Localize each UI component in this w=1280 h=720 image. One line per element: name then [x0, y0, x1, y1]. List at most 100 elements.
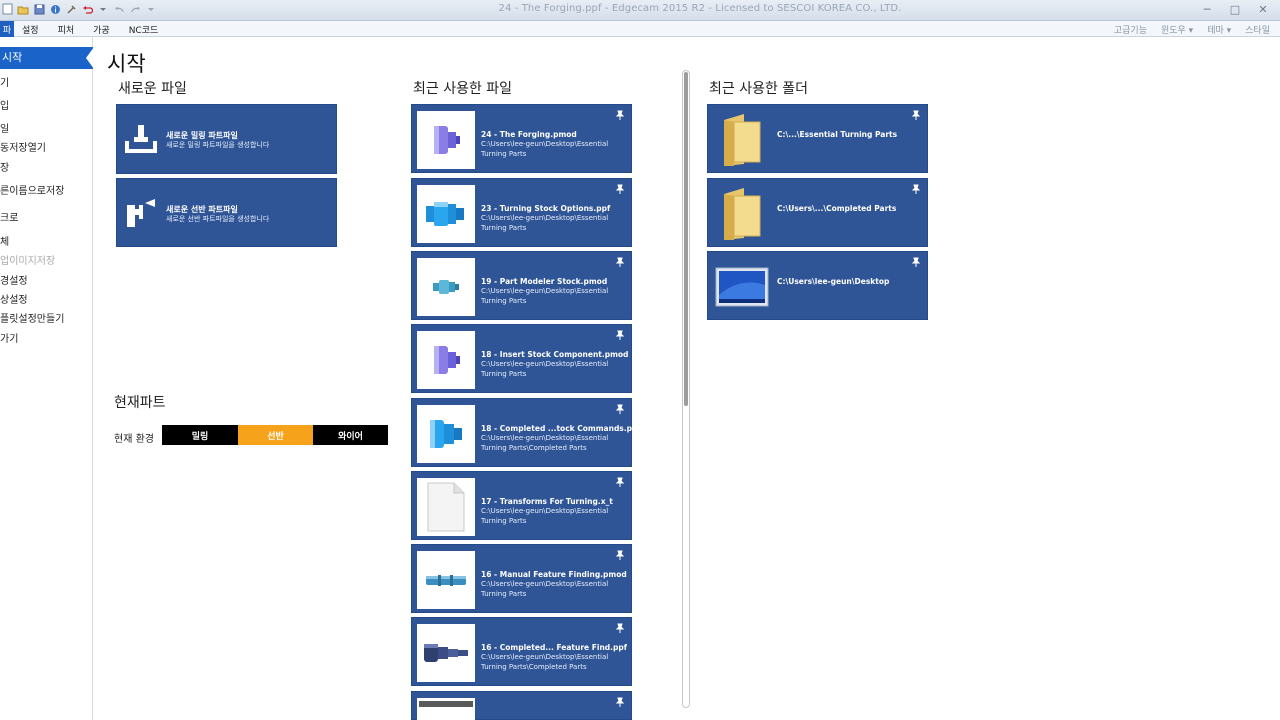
blank-document-icon [417, 478, 475, 536]
recent-file-path: C:\Users\lee-geun\Desktop\Essential Turn… [481, 214, 609, 232]
nav-item-save[interactable]: 장 [0, 159, 9, 174]
menu-items: 설정 피처 가공 NC코드 [22, 23, 177, 36]
folder-icon [713, 111, 771, 169]
recent-file-path: C:\Users\lee-geun\Desktop\Essential Turn… [481, 653, 609, 671]
pin-icon[interactable] [614, 696, 626, 708]
recent-folder-name: C:\Users\...\Completed Parts [777, 204, 897, 213]
page-title: 시작 [107, 52, 146, 76]
menu-advanced[interactable]: 고급기능 [1114, 23, 1147, 36]
nav-item-open[interactable]: 기 [0, 74, 9, 89]
pin-icon[interactable] [614, 403, 626, 415]
tab-settings[interactable]: 설정 [22, 23, 39, 36]
recent-file-tile[interactable]: 24 - The Forging.pmod C:\Users\lee-geun\… [411, 104, 632, 173]
nav-item-file[interactable]: 일 [0, 120, 9, 135]
nav-item-env-settings[interactable]: 경설정 [0, 272, 28, 287]
thumbnail [417, 698, 475, 720]
recent-folder-tile[interactable]: C:\Users\...\Completed Parts [707, 178, 928, 247]
new-files-heading: 새로운 파일 [118, 81, 187, 97]
minimize-icon[interactable]: ─ [1194, 1, 1220, 17]
recent-files-scrollbar[interactable] [682, 70, 690, 708]
recent-folder-tile[interactable]: C:\Users\lee-geun\Desktop [707, 251, 928, 320]
part-blue-icon [417, 185, 475, 243]
recent-file-tile[interactable]: 23 - Turning Stock Options.ppf C:\Users\… [411, 178, 632, 247]
right-menu: 고급기능 윈도우 ▾ 테마 ▾ 스타일 [1114, 23, 1270, 36]
pin-icon[interactable] [910, 256, 922, 268]
recent-files-heading: 최근 사용한 파일 [413, 81, 513, 97]
maximize-icon[interactable]: □ [1222, 1, 1248, 17]
new-milling-subtitle: 새로운 밀링 파트파일을 생성합니다 [166, 141, 270, 149]
recent-file-name: 18 - Insert Stock Component.pmod [481, 350, 629, 359]
edgecam-window: 24 - The Forging.ppf - Edgecam 2015 R2 -… [0, 0, 1280, 720]
recent-file-name: 16 - Completed... Feature Find.ppf [481, 643, 628, 652]
folder-icon [713, 185, 771, 243]
file-tab[interactable]: 파 [0, 21, 14, 37]
nav-item-macro[interactable]: 크로 [0, 209, 18, 224]
nav-item-import[interactable]: 입 [0, 97, 9, 112]
pin-icon[interactable] [910, 109, 922, 121]
tab-machining[interactable]: 가공 [93, 23, 110, 36]
nav-item-save-as[interactable]: 른이름으로저장 [0, 182, 64, 197]
pin-icon[interactable] [910, 183, 922, 195]
pin-icon[interactable] [614, 183, 626, 195]
new-turning-title: 새로운 선반 파트파일 [166, 205, 238, 214]
recent-file-tile[interactable]: 18 - Completed ...tock Commands.ppf C:\U… [411, 398, 641, 467]
nav-item-start[interactable]: 시작 [0, 47, 94, 69]
recent-folder-tile[interactable]: C:\...\Essential Turning Parts [707, 104, 928, 173]
part-dark-icon [417, 624, 475, 682]
recent-folder-name: C:\...\Essential Turning Parts [777, 130, 898, 139]
new-turning-part-tile[interactable]: 새로운 선반 파트파일 새로운 선반 파트파일을 생성합니다 [116, 178, 337, 247]
pin-icon[interactable] [614, 549, 626, 561]
nav-item-save-image[interactable]: 업이미지저장 [0, 252, 55, 267]
window-title: 24 - The Forging.ppf - Edgecam 2015 R2 -… [498, 3, 902, 14]
recent-file-tile[interactable]: 19 - Part Modeler Stock.pmod C:\Users\le… [411, 251, 632, 320]
scrollbar-thumb[interactable] [684, 72, 688, 406]
tab-features[interactable]: 피처 [58, 23, 75, 36]
recent-file-name: 24 - The Forging.pmod [481, 130, 577, 139]
ribbon-tabs: 파 설정 피처 가공 NC코드 고급기능 윈도우 ▾ 테마 ▾ 스타일 [0, 21, 1280, 37]
env-milling-button[interactable]: 밀링 [162, 425, 238, 445]
nav-item-exit[interactable]: 가기 [0, 330, 18, 345]
pin-icon[interactable] [614, 256, 626, 268]
environment-label: 현재 환경 [114, 434, 154, 445]
recent-file-path: C:\Users\lee-geun\Desktop\Essential Turn… [481, 140, 609, 158]
env-turning-button[interactable]: 선반 [238, 425, 313, 445]
recent-file-tile[interactable] [411, 691, 632, 720]
nav-item-7[interactable]: 체 [0, 233, 9, 248]
title-bar: 24 - The Forging.ppf - Edgecam 2015 R2 -… [0, 0, 1280, 21]
menu-window[interactable]: 윈도우 ▾ [1161, 23, 1193, 36]
recent-file-path: C:\Users\lee-geun\Desktop\Essential Turn… [481, 434, 609, 452]
recent-file-name: 19 - Part Modeler Stock.pmod [481, 277, 608, 286]
turning-icon [123, 197, 159, 231]
part-shaft-icon [417, 551, 475, 609]
recent-file-tile[interactable]: 17 - Transforms For Turning.x_t C:\Users… [411, 471, 632, 540]
new-turning-subtitle: 새로운 선반 파트파일을 생성합니다 [166, 215, 270, 223]
nav-item-autosave-open[interactable]: 동저장열기 [0, 139, 46, 154]
tab-nc-code[interactable]: NC코드 [129, 23, 159, 36]
recent-file-path: C:\Users\lee-geun\Desktop\Essential Turn… [481, 360, 609, 378]
pin-icon[interactable] [614, 476, 626, 488]
current-part-heading: 현재파트 [114, 395, 166, 411]
close-icon[interactable]: ✕ [1250, 1, 1276, 17]
menu-theme[interactable]: 테마 ▾ [1207, 23, 1231, 36]
recent-file-tile[interactable]: 16 - Completed... Feature Find.ppf C:\Us… [411, 617, 632, 686]
recent-file-tile[interactable]: 16 - Manual Feature Finding.pmod C:\User… [411, 544, 632, 613]
new-milling-title: 새로운 밀링 파트파일 [166, 131, 238, 140]
env-wire-button[interactable]: 와이어 [313, 425, 388, 445]
pin-icon[interactable] [614, 329, 626, 341]
window-controls: ─ □ ✕ [1194, 1, 1276, 17]
recent-file-name: 18 - Completed ...tock Commands.ppf [481, 424, 641, 433]
new-milling-part-tile[interactable]: 새로운 밀링 파트파일 새로운 밀링 파트파일을 생성합니다 [116, 104, 337, 174]
recent-file-path: C:\Users\lee-geun\Desktop\Essential Turn… [481, 287, 609, 305]
recent-file-path: C:\Users\lee-geun\Desktop\Essential Turn… [481, 580, 609, 598]
nav-item-template[interactable]: 플릿설정만들기 [0, 310, 64, 325]
recent-file-tile[interactable]: 18 - Insert Stock Component.pmod C:\User… [411, 324, 632, 393]
desktop-icon [713, 258, 771, 316]
part-blue-icon [417, 405, 475, 463]
recent-file-path: C:\Users\lee-geun\Desktop\Essential Turn… [481, 507, 609, 525]
recent-folders-heading: 최근 사용한 폴더 [709, 81, 809, 97]
part-teal-small-icon [417, 258, 475, 316]
nav-item-image-settings[interactable]: 상설정 [0, 291, 28, 306]
menu-style[interactable]: 스타일 [1245, 23, 1270, 36]
pin-icon[interactable] [614, 109, 626, 121]
pin-icon[interactable] [614, 622, 626, 634]
